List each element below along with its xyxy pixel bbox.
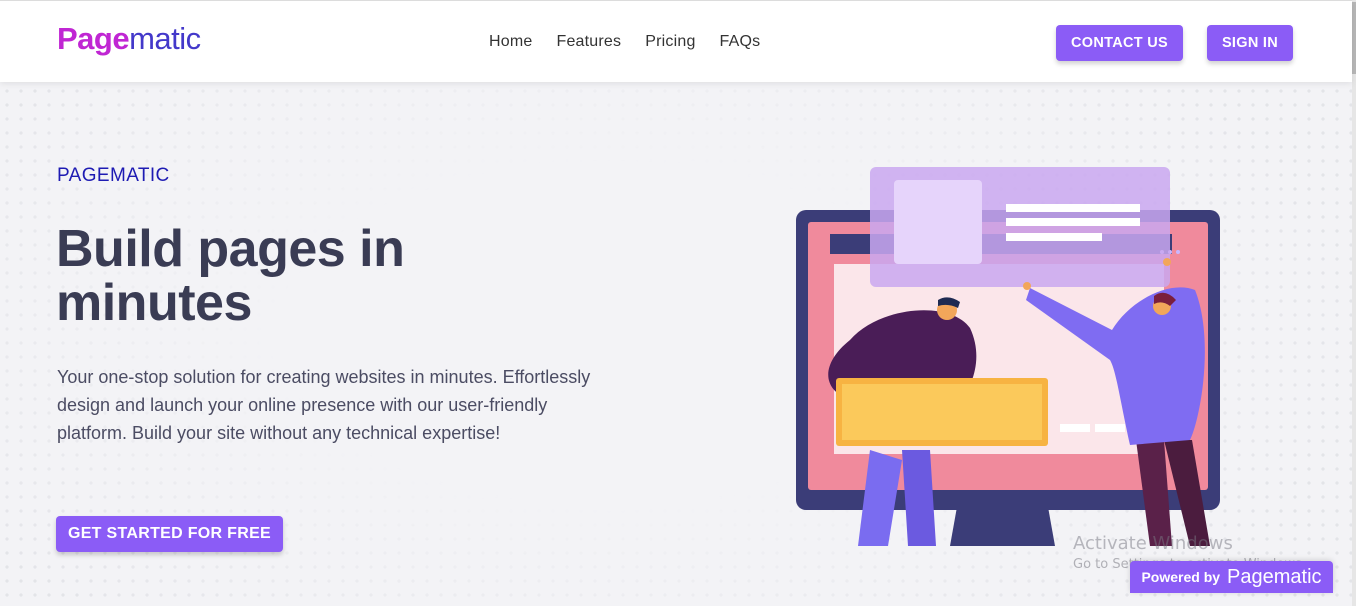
hero-headline: Build pages in minutes [56, 220, 405, 332]
get-started-button[interactable]: GET STARTED FOR FREE [56, 516, 283, 552]
page: Pagematic Home Features Pricing FAQs CON… [0, 0, 1356, 606]
vertical-scrollbar[interactable] [1352, 0, 1356, 606]
nav-faqs[interactable]: FAQs [720, 33, 761, 51]
hero-description: Your one-stop solution for creating webs… [57, 367, 591, 443]
powered-by-brand: Pagematic [1227, 565, 1322, 588]
nav-features[interactable]: Features [556, 33, 621, 51]
sign-in-button[interactable]: SIGN IN [1207, 25, 1293, 61]
logo-part-1: Page [57, 21, 130, 56]
powered-by-label: Powered by [1141, 569, 1221, 585]
hero-eyebrow: PAGEMATIC [57, 165, 170, 186]
nav-pricing[interactable]: Pricing [645, 33, 695, 51]
logo-part-2: matic [129, 21, 201, 56]
top-navbar: Pagematic Home Features Pricing FAQs CON… [0, 0, 1352, 82]
windows-watermark-title: Activate Windows [1073, 533, 1233, 554]
hero-illustration [796, 167, 1220, 546]
contact-us-button[interactable]: CONTACT US [1056, 25, 1183, 61]
scrollbar-thumb[interactable] [1352, 2, 1356, 74]
powered-by-badge[interactable]: Powered by Pagematic [1130, 561, 1333, 593]
logo[interactable]: Pagematic [57, 21, 201, 57]
main-nav: Home Features Pricing FAQs [489, 33, 760, 51]
nav-home[interactable]: Home [489, 33, 532, 51]
